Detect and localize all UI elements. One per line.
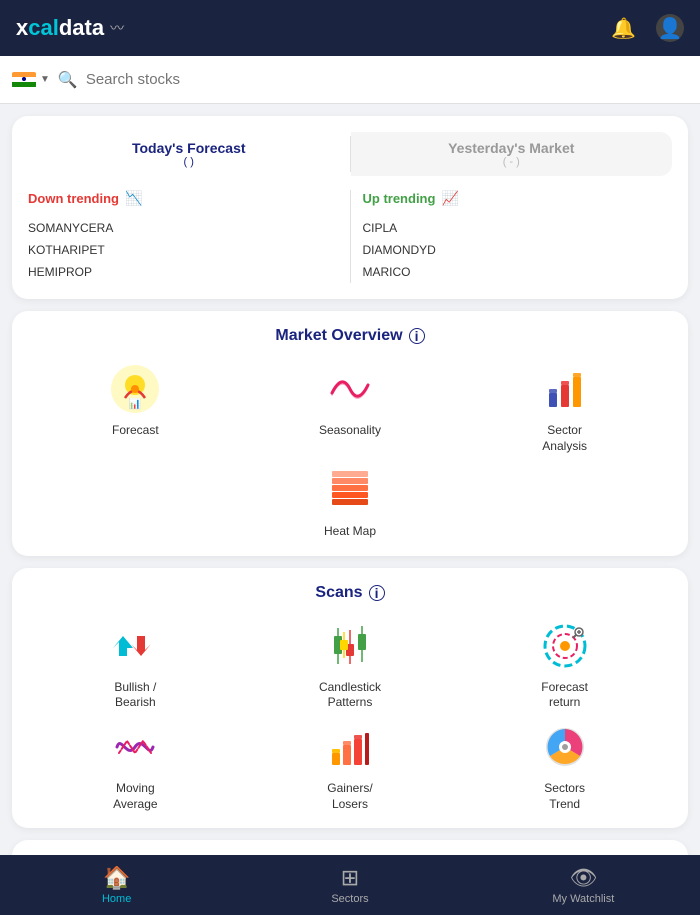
- candlestick-item[interactable]: CandlestickPatterns: [305, 618, 395, 711]
- heatmap-icon: [322, 462, 378, 518]
- scans-row-1: Bullish /Bearish: [28, 618, 672, 711]
- scans-title: Scans i: [28, 584, 672, 602]
- sectors-trend-label: SectorsTrend: [544, 781, 585, 812]
- nav-watchlist[interactable]: 👁 My Watchlist: [467, 865, 700, 905]
- sectors-trend-item[interactable]: SectorsTrend: [520, 719, 610, 812]
- bullish-bearish-icon: [107, 618, 163, 674]
- forecast-icon: 📊: [107, 361, 163, 417]
- nav-sectors[interactable]: ⊞ Sectors: [233, 865, 466, 905]
- forecast-label: Forecast: [112, 423, 159, 439]
- today-tab-title: Today's Forecast: [32, 140, 346, 156]
- scans-row-2: MovingAverage: [28, 719, 672, 812]
- market-overview-row-2: Heat Map: [28, 462, 672, 540]
- down-trend-header: Down trending 📉: [28, 190, 338, 207]
- seasonality-icon: [322, 361, 378, 417]
- sectors-trend-icon: [537, 719, 593, 775]
- down-item-3[interactable]: HEMIPROP: [28, 261, 338, 283]
- gainers-losers-item[interactable]: Gainers/Losers: [305, 719, 395, 812]
- india-flag: [12, 72, 36, 88]
- market-overview-info-icon[interactable]: i: [409, 328, 425, 344]
- search-input[interactable]: [86, 71, 688, 88]
- forecast-return-label: Forecastreturn: [541, 680, 588, 711]
- up-trend-col: Up trending 📈 CIPLA DIAMONDYD MARICO: [363, 190, 673, 283]
- moving-average-label: MovingAverage: [113, 781, 157, 812]
- main-content: Today's Forecast ( ) Yesterday's Market …: [0, 104, 700, 855]
- nav-home-label: Home: [102, 893, 131, 905]
- gainers-losers-label: Gainers/Losers: [327, 781, 372, 812]
- candlestick-label: CandlestickPatterns: [319, 680, 381, 711]
- forecast-return-item[interactable]: Forecastreturn: [520, 618, 610, 711]
- search-bar: ▼ 🔍: [0, 56, 700, 104]
- sector-analysis-item[interactable]: SectorAnalysis: [520, 361, 610, 454]
- yesterday-tab-sub: ( - ): [355, 156, 669, 168]
- sectors-icon: ⊞: [341, 865, 359, 891]
- bottom-nav: 🏠 Home ⊞ Sectors 👁 My Watchlist: [0, 855, 700, 915]
- seasonality-item[interactable]: Seasonality: [305, 361, 395, 454]
- seasonality-label: Seasonality: [319, 423, 381, 439]
- forecast-item[interactable]: 📊 Forecast: [90, 361, 180, 454]
- gainers-losers-icon: [322, 719, 378, 775]
- down-trending-label: Down trending: [28, 191, 119, 206]
- logo-text: xcaldata: [16, 15, 104, 41]
- trend-section: Down trending 📉 SOMANYCERA KOTHARIPET HE…: [28, 190, 672, 283]
- market-overview-grid: 📊 Forecast Seasonality: [28, 361, 672, 540]
- candlestick-icon: [322, 618, 378, 674]
- svg-text:📊: 📊: [129, 397, 141, 410]
- sector-analysis-icon: [537, 361, 593, 417]
- market-overview-row-1: 📊 Forecast Seasonality: [28, 361, 672, 454]
- bullish-bearish-label: Bullish /Bearish: [114, 680, 156, 711]
- up-item-3[interactable]: MARICO: [363, 261, 673, 283]
- yesterday-tab-title: Yesterday's Market: [355, 140, 669, 156]
- market-overview-card: Market Overview i 📊 Foreca: [12, 311, 688, 556]
- moving-average-icon: [107, 719, 163, 775]
- today-tab-sub: ( ): [32, 156, 346, 168]
- market-overview-title: Market Overview i: [28, 327, 672, 345]
- trend-divider: [350, 190, 351, 283]
- scans-grid: Bullish /Bearish: [28, 618, 672, 812]
- watchlist-icon: 👁: [569, 865, 597, 891]
- country-selector[interactable]: ▼: [12, 72, 50, 88]
- scans-card: Scans i Bullish /Bearish: [12, 568, 688, 828]
- heatmap-item[interactable]: Heat Map: [305, 462, 395, 540]
- home-icon: 🏠: [103, 865, 130, 891]
- scans-info-icon[interactable]: i: [369, 585, 385, 601]
- up-arrow-icon: 📈: [441, 190, 458, 207]
- bullish-bearish-item[interactable]: Bullish /Bearish: [90, 618, 180, 711]
- nav-home[interactable]: 🏠 Home: [0, 865, 233, 905]
- bell-icon[interactable]: 🔔: [611, 16, 636, 41]
- tools-card: Tools: [12, 840, 688, 855]
- logo: xcaldata 〰: [16, 15, 124, 41]
- forecast-tabs: Today's Forecast ( ) Yesterday's Market …: [28, 132, 672, 176]
- heatmap-label: Heat Map: [324, 524, 376, 540]
- sector-analysis-label: SectorAnalysis: [542, 423, 587, 454]
- up-trend-header: Up trending 📈: [363, 190, 673, 207]
- down-trend-col: Down trending 📉 SOMANYCERA KOTHARIPET HE…: [28, 190, 338, 283]
- yesterday-market-tab[interactable]: Yesterday's Market ( - ): [351, 132, 673, 176]
- search-icon: 🔍: [58, 70, 78, 90]
- moving-average-item[interactable]: MovingAverage: [90, 719, 180, 812]
- down-arrow-icon: 📉: [125, 190, 142, 207]
- up-trending-label: Up trending: [363, 191, 436, 206]
- today-forecast-tab[interactable]: Today's Forecast ( ): [28, 132, 350, 176]
- up-item-1[interactable]: CIPLA: [363, 217, 673, 239]
- user-icon[interactable]: 👤: [656, 14, 684, 42]
- down-item-1[interactable]: SOMANYCERA: [28, 217, 338, 239]
- nav-sectors-label: Sectors: [331, 893, 368, 905]
- logo-squiggle-icon: 〰: [110, 18, 124, 38]
- down-item-2[interactable]: KOTHARIPET: [28, 239, 338, 261]
- header-icons: 🔔 👤: [611, 14, 684, 42]
- up-item-2[interactable]: DIAMONDYD: [363, 239, 673, 261]
- nav-watchlist-label: My Watchlist: [552, 893, 614, 905]
- forecast-return-icon: [537, 618, 593, 674]
- forecast-card: Today's Forecast ( ) Yesterday's Market …: [12, 116, 688, 299]
- header: xcaldata 〰 🔔 👤: [0, 0, 700, 56]
- chevron-down-icon: ▼: [40, 74, 50, 85]
